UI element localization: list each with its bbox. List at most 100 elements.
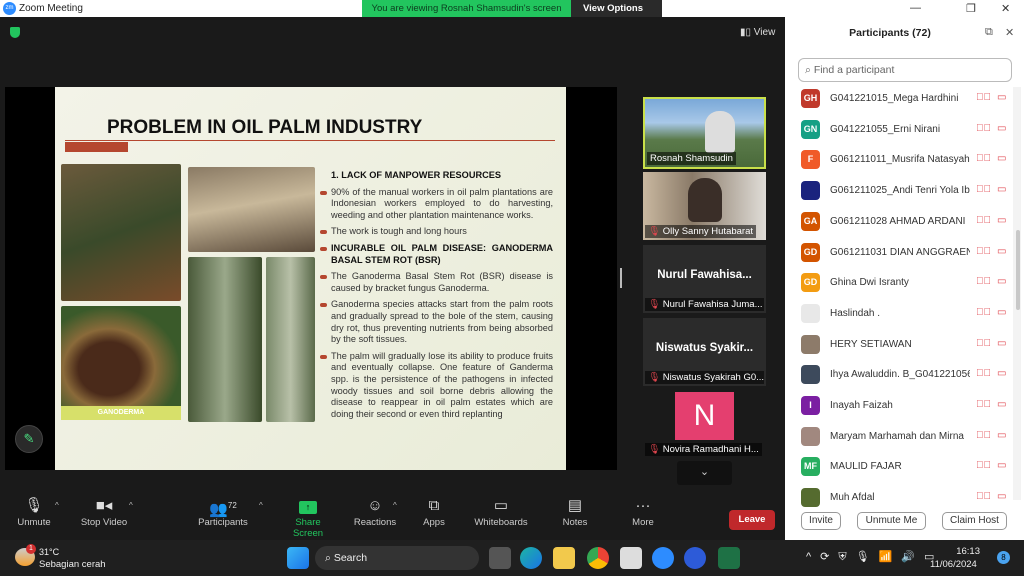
system-tray-icons[interactable]: ^⟳⛨🎙📶🔊▭: [806, 550, 943, 564]
view-grid-icon: ▮▯: [740, 27, 754, 38]
participant-search-input[interactable]: ⌕ Find a participant: [798, 58, 1012, 82]
avatar: [801, 488, 820, 508]
maximize-icon[interactable]: ❐: [966, 2, 976, 15]
chrome-icon[interactable]: [587, 547, 609, 569]
participant-row[interactable]: Maryam Marhamah dan Mirna 🎙⃠▭: [785, 423, 1015, 453]
slide-bullet: The palm will gradually lose its ability…: [320, 351, 553, 421]
participant-row[interactable]: GN G041221055_Erni Nirani 🎙⃠▭: [785, 116, 1015, 146]
leave-button[interactable]: Leave: [729, 510, 775, 530]
resize-handle[interactable]: [620, 268, 622, 288]
zoom-taskbar-icon[interactable]: [684, 547, 706, 569]
video-tile[interactable]: 🎙 Olly Sanny Hutabarat: [643, 172, 766, 240]
participant-row[interactable]: MF MAULID FAJAR 🎙⃠▭: [785, 453, 1015, 483]
scrollbar-thumb[interactable]: [1016, 230, 1020, 310]
slide-bullet: The Ganoderma Basal Stem Rot (BSR) disea…: [320, 271, 553, 294]
participant-row[interactable]: GD G061211031 DIAN ANGGRAENI... 🎙⃠▭: [785, 239, 1015, 269]
presentation-slide: PROBLEM IN OIL PALM INDUSTRY GANODERMA 1…: [55, 87, 566, 470]
scroll-down-chevron-icon[interactable]: ⌄: [677, 461, 732, 485]
video-options-caret-icon[interactable]: ^: [129, 501, 133, 510]
taskbar-search-label: Search: [333, 552, 368, 564]
windows-taskbar: 1 31°C Sebagian cerah ⌕ Search ^⟳⛨🎙📶🔊▭ 1…: [0, 540, 1024, 576]
muted-mic-icon: 🎙: [648, 444, 661, 455]
participant-row[interactable]: GA G061211028 AHMAD ARDANI 🎙⃠▭: [785, 208, 1015, 238]
reactions-caret-icon[interactable]: ^: [393, 501, 397, 510]
participant-row[interactable]: Haslindah . 🎙⃠▭: [785, 300, 1015, 330]
edge-icon[interactable]: [520, 547, 542, 569]
minimize-icon[interactable]: —: [910, 2, 921, 14]
more-dots-icon: ···: [635, 497, 651, 514]
participant-video: [688, 178, 722, 222]
tile-name: 🎙 Nurul Fawahisa Juma...: [645, 298, 764, 311]
avatar: GN: [801, 119, 820, 139]
slide-bullet: Ganoderma species attacks start from the…: [320, 299, 553, 345]
muted-mic-video-off-icons: 🎙⃠▭: [976, 429, 1013, 441]
participant-name: Muh Afdal: [830, 492, 875, 504]
clock-time[interactable]: 16:13: [947, 546, 980, 557]
annotate-pen-icon[interactable]: ✎: [15, 425, 43, 453]
participant-row[interactable]: GD Ghina Dwi Isranty 🎙⃠▭: [785, 269, 1015, 299]
help-icon[interactable]: [652, 547, 674, 569]
video-tile[interactable]: N 🎙 Novira Ramadhani H...: [643, 390, 766, 458]
participant-row[interactable]: HERY SETIAWAN 🎙⃠▭: [785, 331, 1015, 361]
avatar: [801, 334, 820, 354]
participant-name: HERY SETIAWAN: [830, 338, 912, 350]
palm-tree-image: [188, 257, 262, 422]
viewing-banner: You are viewing Rosnah Shamsudin's scree…: [362, 0, 571, 17]
participant-row[interactable]: G061211025_Andi Tenri Yola Ib... 🎙⃠▭: [785, 177, 1015, 207]
view-options-label: View Options: [583, 3, 644, 14]
start-windows-icon[interactable]: [287, 547, 309, 569]
participant-row[interactable]: GH G041221015_Mega Hardhini 🎙⃠▭: [785, 85, 1015, 115]
claim-host-button[interactable]: Claim Host: [942, 512, 1007, 530]
muted-mic-video-off-icons: 🎙⃠▭: [976, 491, 1013, 503]
participants-button[interactable]: 👥72 Participants: [195, 495, 251, 528]
video-tile[interactable]: Niswatus Syakir... 🎙 Niswatus Syakirah G…: [643, 318, 766, 386]
task-view-icon[interactable]: [489, 547, 511, 569]
security-shield-icon[interactable]: [10, 27, 20, 38]
participant-row[interactable]: F G061211011_Musrifa Natasyah 🎙⃠▭: [785, 146, 1015, 176]
audio-options-caret-icon[interactable]: ^: [55, 501, 59, 510]
participants-caret-icon[interactable]: ^: [259, 501, 263, 510]
view-options-button[interactable]: View Options ⌄: [571, 0, 662, 31]
close-window-icon[interactable]: ✕: [1001, 2, 1010, 15]
pop-out-icon[interactable]: ⧉: [985, 26, 993, 39]
notification-badge[interactable]: 8: [997, 551, 1010, 564]
unmute-button[interactable]: 🎙 Unmute: [14, 495, 54, 528]
participant-name: G061211028 AHMAD ARDANI: [830, 215, 966, 227]
avatar: GD: [801, 242, 820, 262]
avatar: F: [801, 150, 820, 170]
unmute-me-button[interactable]: Unmute Me: [857, 512, 926, 530]
close-panel-icon[interactable]: ✕: [1005, 26, 1014, 39]
share-screen-button[interactable]: ↑ Share Screen: [280, 495, 336, 539]
view-button[interactable]: ▮▯ View: [740, 27, 775, 38]
file-explorer-icon[interactable]: [553, 547, 575, 569]
notes-button[interactable]: ▤ Notes: [560, 495, 590, 528]
participant-name: G041221015_Mega Hardhini: [830, 93, 959, 104]
clock-date[interactable]: 11/06/2024: [930, 559, 977, 570]
participant-row[interactable]: I Inayah Faizah 🎙⃠▭: [785, 392, 1015, 422]
search-placeholder: Find a participant: [813, 64, 895, 76]
video-tile[interactable]: Nurul Fawahisa... 🎙 Nurul Fawahisa Juma.…: [643, 245, 766, 313]
reactions-label: Reactions: [353, 517, 397, 528]
tile-name-text: Olly Sanny Hutabarat: [662, 226, 753, 237]
ganoderma-caption: GANODERMA: [61, 406, 181, 420]
participant-name: MAULID FAJAR: [830, 461, 902, 473]
stop-video-button[interactable]: ■◂ Stop Video: [79, 495, 129, 528]
participant-row[interactable]: Muh Afdal 🎙⃠▭: [785, 484, 1015, 514]
muted-mic-video-off-icons: 🎙⃠▭: [976, 306, 1013, 318]
participant-row[interactable]: Ihya Awaluddin. B_G041221056 🎙⃠▭: [785, 361, 1015, 391]
avatar: [801, 426, 820, 446]
reactions-button[interactable]: ☺ Reactions: [353, 495, 397, 528]
excel-icon[interactable]: [718, 547, 740, 569]
store-icon[interactable]: [620, 547, 642, 569]
avatar: GA: [801, 211, 820, 231]
invite-button[interactable]: Invite: [801, 512, 841, 530]
taskbar-search[interactable]: ⌕ Search: [315, 546, 479, 570]
more-button[interactable]: ··· More: [630, 495, 656, 528]
apps-button[interactable]: ⧉ Apps: [420, 495, 448, 528]
participant-name: Ihya Awaluddin. B_G041221056: [830, 369, 970, 381]
muted-mic-video-off-icons: 🎙⃠▭: [976, 214, 1013, 226]
whiteboards-button[interactable]: ▭ Whiteboards: [474, 495, 528, 528]
speaker-video: [705, 111, 735, 153]
avatar: MF: [801, 457, 820, 477]
video-tile-active-speaker[interactable]: Rosnah Shamsudin: [643, 97, 766, 169]
